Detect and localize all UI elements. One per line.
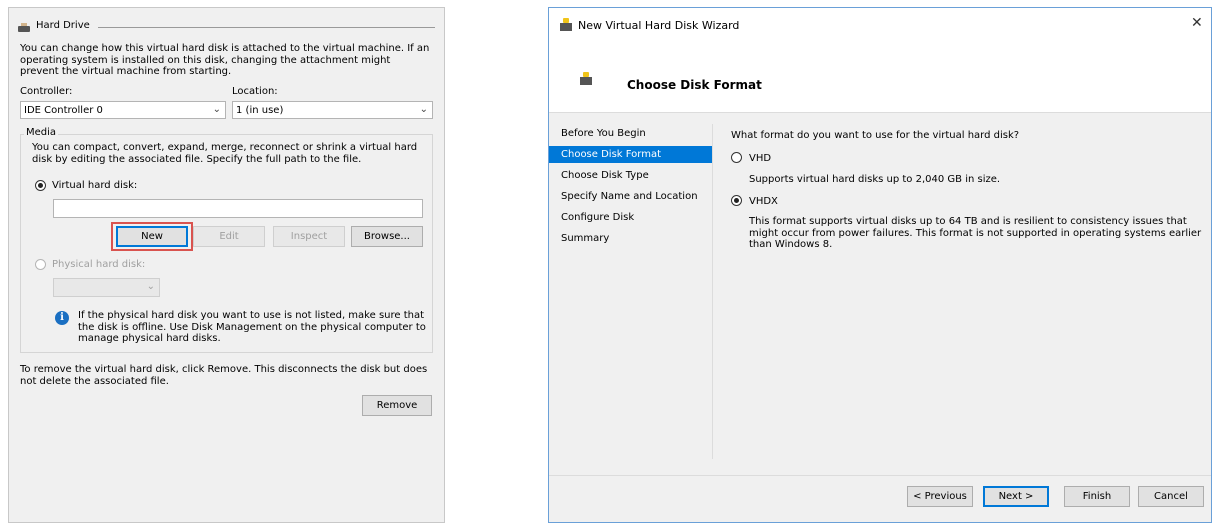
remove-button[interactable]: Remove [362, 395, 432, 416]
virtual-hard-disk-radio[interactable] [35, 180, 46, 191]
close-icon[interactable]: ✕ [1191, 15, 1203, 31]
wizard-heading-icon [580, 72, 592, 85]
vhd-description: Supports virtual hard disks up to 2,040 … [749, 174, 1001, 185]
previous-button[interactable]: < Previous [907, 486, 973, 507]
vhd-label: VHD [749, 153, 772, 164]
physical-disk-select[interactable]: ⌄ [53, 278, 160, 297]
chevron-down-icon: ⌄ [212, 104, 221, 115]
cancel-button[interactable]: Cancel [1138, 486, 1204, 507]
physical-disk-info: If the physical hard disk you want to us… [78, 310, 426, 344]
physical-hard-disk-radio[interactable] [35, 259, 46, 270]
chevron-down-icon: ⌄ [419, 104, 428, 115]
finish-button[interactable]: Finish [1064, 486, 1130, 507]
controller-label: Controller: [20, 86, 73, 97]
location-select[interactable]: 1 (in use) ⌄ [232, 101, 433, 119]
inspect-button[interactable]: Inspect [273, 226, 345, 247]
vhdx-label: VHDX [749, 196, 778, 207]
controller-select[interactable]: IDE Controller 0 ⌄ [20, 101, 226, 119]
steps-divider [712, 124, 713, 459]
remove-description: To remove the virtual hard disk, click R… [20, 364, 428, 387]
format-question: What format do you want to use for the v… [731, 130, 1020, 141]
new-button[interactable]: New [116, 226, 188, 247]
media-description: You can compact, convert, expand, merge,… [32, 142, 418, 165]
virtual-hard-disk-label: Virtual hard disk: [52, 180, 138, 191]
next-button[interactable]: Next > [983, 486, 1049, 507]
edit-button[interactable]: Edit [193, 226, 265, 247]
location-label: Location: [232, 86, 278, 97]
info-icon: i [55, 311, 69, 325]
vhd-radio[interactable] [731, 152, 742, 163]
vhdx-radio[interactable] [731, 195, 742, 206]
media-label: Media [24, 127, 59, 138]
attachment-description: You can change how this virtual hard dis… [20, 43, 430, 77]
chevron-down-icon: ⌄ [146, 281, 155, 292]
hard-drive-icon [18, 23, 30, 32]
hard-drive-title: Hard Drive [36, 20, 94, 31]
step-specify-name-location[interactable]: Specify Name and Location [549, 188, 712, 205]
page-title: Choose Disk Format [627, 78, 762, 92]
controller-value: IDE Controller 0 [24, 105, 103, 116]
wizard-icon [560, 18, 572, 31]
step-configure-disk[interactable]: Configure Disk [549, 209, 712, 226]
step-summary[interactable]: Summary [549, 230, 712, 247]
title-divider [98, 27, 435, 28]
window-title: New Virtual Hard Disk Wizard [578, 19, 740, 32]
step-choose-disk-format[interactable]: Choose Disk Format [549, 146, 712, 163]
step-before-you-begin[interactable]: Before You Begin [549, 125, 712, 142]
location-value: 1 (in use) [236, 105, 284, 116]
physical-hard-disk-label: Physical hard disk: [52, 259, 146, 270]
vhdx-description: This format supports virtual disks up to… [749, 216, 1202, 250]
virtual-disk-path-input[interactable] [53, 199, 423, 218]
step-choose-disk-type[interactable]: Choose Disk Type [549, 167, 712, 184]
browse-button[interactable]: Browse... [351, 226, 423, 247]
